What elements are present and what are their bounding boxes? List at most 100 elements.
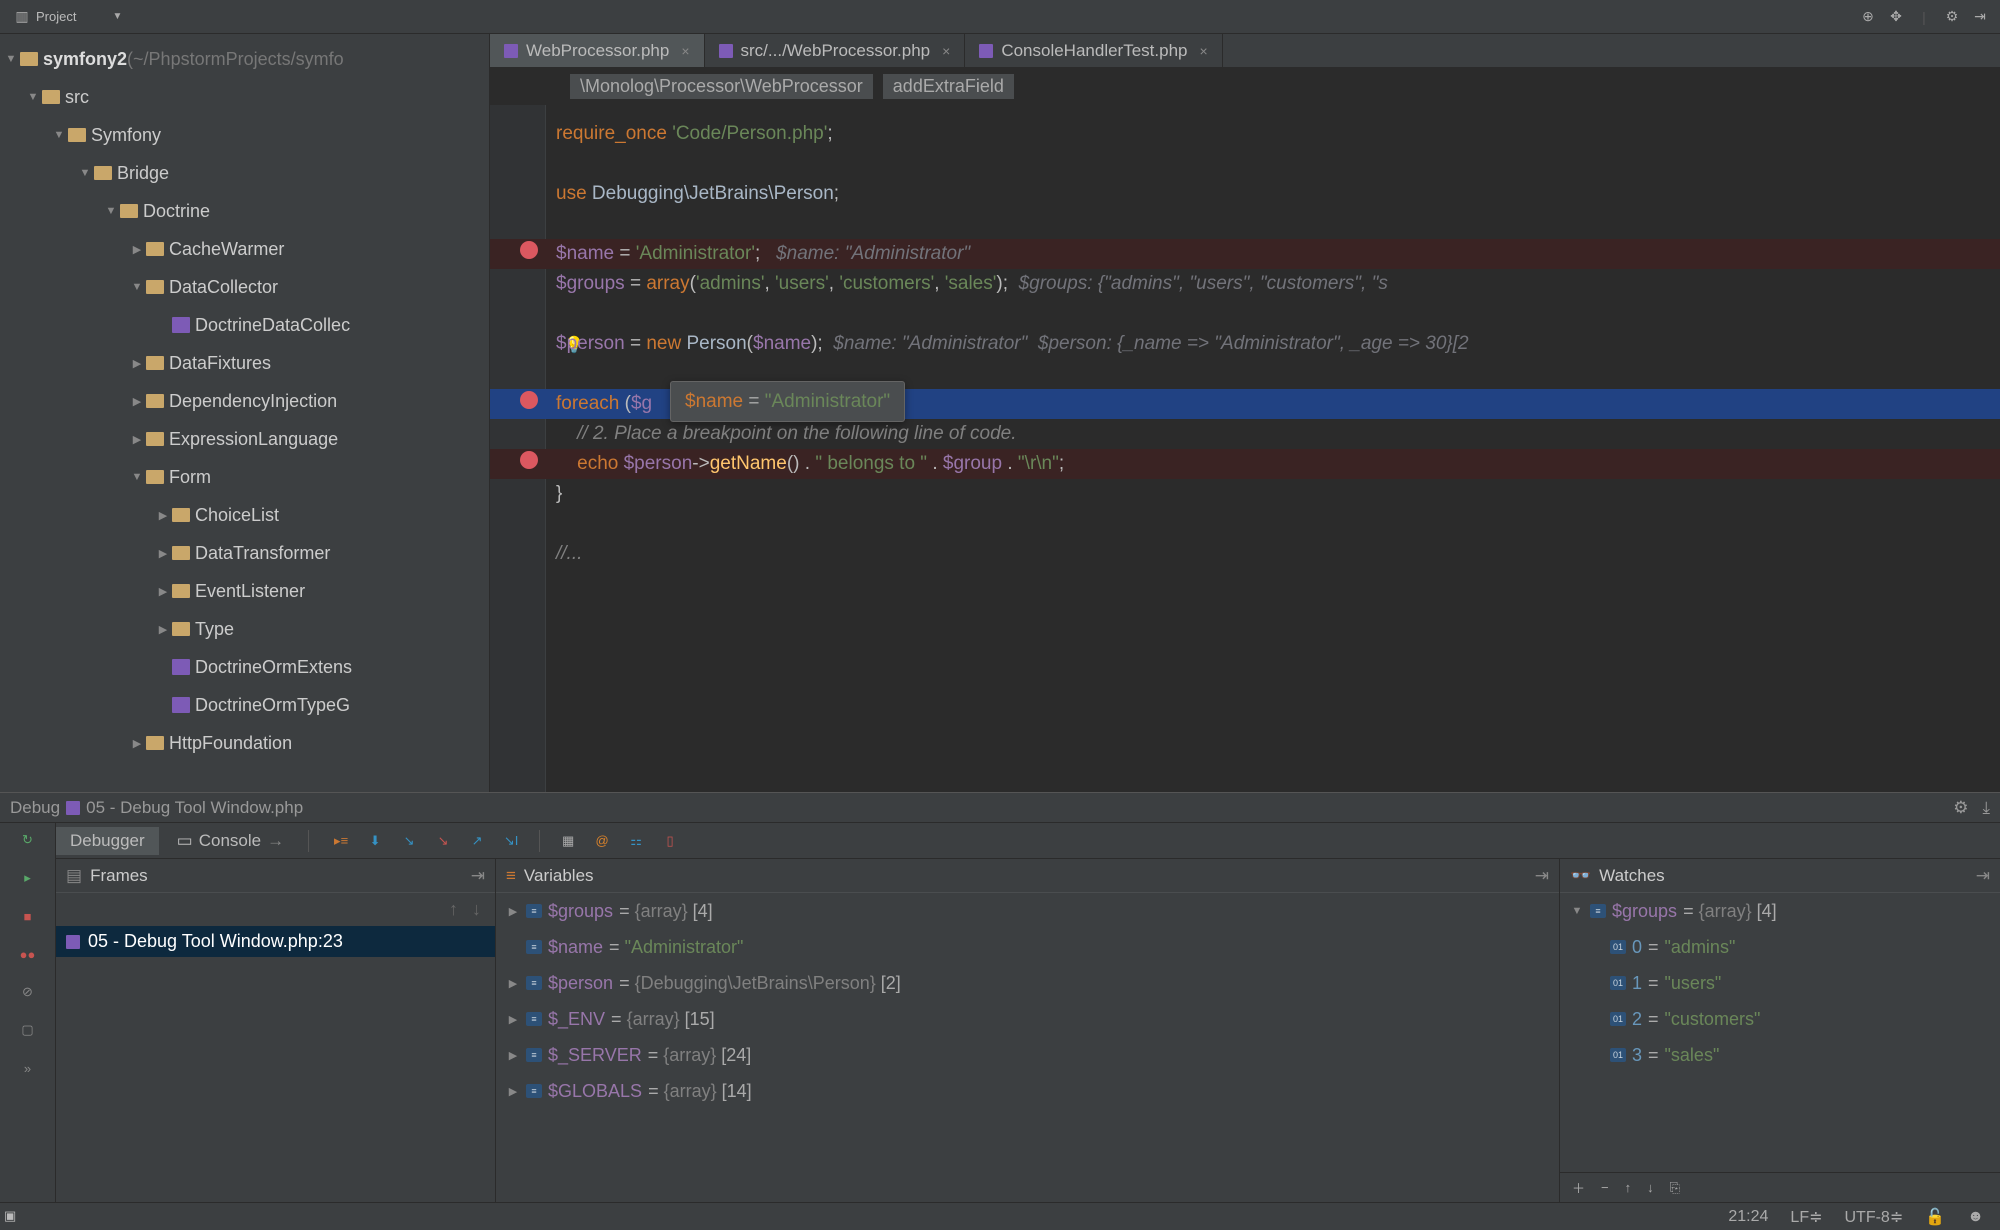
- hide-icon[interactable]: ⇥: [1976, 866, 1990, 886]
- line-ending[interactable]: LF≑: [1790, 1207, 1822, 1227]
- hide-icon[interactable]: ⇥: [471, 866, 485, 886]
- stop-icon[interactable]: ■: [17, 905, 39, 927]
- variable-row[interactable]: ▶≡ $groups = {array} [4]: [496, 893, 1559, 929]
- breakpoint-icon[interactable]: [520, 451, 538, 469]
- expand-icon[interactable]: [506, 941, 520, 953]
- rerun-icon[interactable]: ↻: [17, 829, 39, 851]
- watch-child[interactable]: 01 3 = "sales": [1560, 1037, 2000, 1073]
- breakpoints-icon[interactable]: ●●: [17, 943, 39, 965]
- tree-item[interactable]: ▶EventListener: [0, 572, 489, 610]
- down-icon[interactable]: ↓: [1647, 1180, 1654, 1195]
- tree-item[interactable]: ▶DependencyInjection: [0, 382, 489, 420]
- gear-icon[interactable]: ⚙: [1953, 798, 1968, 818]
- tree-item[interactable]: ▼DataCollector: [0, 268, 489, 306]
- arrow-icon: →: [267, 831, 284, 851]
- variable-row[interactable]: ≡ $name = "Administrator": [496, 929, 1559, 965]
- tree-item[interactable]: DoctrineOrmTypeG: [0, 686, 489, 724]
- folder-icon: [172, 622, 190, 636]
- layout-icon[interactable]: ▢: [17, 1019, 39, 1041]
- collapse-icon[interactable]: ⊕: [1860, 9, 1876, 25]
- target-icon[interactable]: ✥: [1888, 9, 1904, 25]
- tree-item[interactable]: ▶CacheWarmer: [0, 230, 489, 268]
- tree-item[interactable]: ▶Type: [0, 610, 489, 648]
- expand-icon[interactable]: ▼: [1570, 905, 1584, 917]
- editor-tab[interactable]: WebProcessor.php×: [490, 34, 705, 67]
- project-dropdown[interactable]: ▥ Project ▼: [0, 0, 136, 33]
- tree-item[interactable]: ▶ExpressionLanguage: [0, 420, 489, 458]
- settings-icon[interactable]: ⚏: [626, 831, 646, 851]
- tree-item[interactable]: ▼Symfony: [0, 116, 489, 154]
- gear-icon[interactable]: ⚙: [1944, 9, 1960, 25]
- stack-frame[interactable]: 05 - Debug Tool Window.php:23: [56, 926, 495, 957]
- crumb[interactable]: addExtraField: [883, 74, 1014, 99]
- watch-child[interactable]: 01 1 = "users": [1560, 965, 2000, 1001]
- close-icon[interactable]: ×: [942, 43, 950, 59]
- prev-frame-icon[interactable]: ↑: [449, 899, 458, 920]
- tab-debugger[interactable]: Debugger: [56, 827, 159, 855]
- resume-icon[interactable]: ▸: [17, 867, 39, 889]
- step-over-icon[interactable]: ⬇: [365, 831, 385, 851]
- hide-icon[interactable]: ⇥: [1972, 9, 1988, 25]
- tree-item[interactable]: DoctrineOrmExtens: [0, 648, 489, 686]
- tree-item[interactable]: ▼src: [0, 78, 489, 116]
- tree-item[interactable]: ▶DataTransformer: [0, 534, 489, 572]
- tree-label: DataTransformer: [195, 543, 330, 564]
- run-to-cursor-icon[interactable]: ↘I: [501, 831, 521, 851]
- tree-item[interactable]: ▼symfony2 (~/PhpstormProjects/symfo: [0, 40, 489, 78]
- step-out-icon[interactable]: ↗: [467, 831, 487, 851]
- tree-label: DoctrineOrmTypeG: [195, 695, 350, 716]
- tree-item[interactable]: ▼Doctrine: [0, 192, 489, 230]
- expand-icon[interactable]: ▶: [506, 1013, 520, 1026]
- more-icon[interactable]: »: [17, 1057, 39, 1079]
- caret-pos[interactable]: 21:24: [1728, 1208, 1768, 1226]
- expand-icon[interactable]: ▶: [506, 905, 520, 918]
- copy-icon[interactable]: ⎘: [1670, 1180, 1680, 1196]
- project-tree[interactable]: ▼symfony2 (~/PhpstormProjects/symfo▼src▼…: [0, 34, 490, 792]
- pin-icon[interactable]: ▯: [660, 831, 680, 851]
- close-icon[interactable]: ×: [1199, 43, 1207, 59]
- watch-row[interactable]: ▼≡ $groups = {array} [4]: [1560, 893, 2000, 929]
- php-icon: [979, 44, 993, 58]
- tree-item[interactable]: ▼Form: [0, 458, 489, 496]
- tab-console[interactable]: ▭ Console →: [163, 827, 298, 855]
- lock-icon[interactable]: 🔓: [1925, 1207, 1945, 1227]
- code-editor[interactable]: 💡 require_once 'Code/Person.php'; use De…: [490, 105, 2000, 792]
- variable-row[interactable]: ▶≡ $_SERVER = {array} [24]: [496, 1037, 1559, 1073]
- encoding[interactable]: UTF-8≑: [1845, 1207, 1904, 1227]
- variable-row[interactable]: ▶≡ $GLOBALS = {array} [14]: [496, 1073, 1559, 1109]
- next-frame-icon[interactable]: ↓: [472, 899, 481, 920]
- up-icon[interactable]: ↑: [1625, 1180, 1632, 1195]
- folder-icon: [146, 394, 164, 408]
- tree-item[interactable]: DoctrineDataCollec: [0, 306, 489, 344]
- close-icon[interactable]: ×: [681, 43, 689, 59]
- tool-window-icon[interactable]: ▣: [4, 1208, 16, 1224]
- tree-item[interactable]: ▶DataFixtures: [0, 344, 489, 382]
- step-into-icon[interactable]: ↘: [399, 831, 419, 851]
- breakpoint-icon[interactable]: [520, 391, 538, 409]
- hector-icon[interactable]: ☻: [1967, 1208, 1984, 1226]
- remove-watch-icon[interactable]: −: [1601, 1180, 1609, 1195]
- expand-icon[interactable]: ▶: [506, 1049, 520, 1062]
- force-step-into-icon[interactable]: ↘: [433, 831, 453, 851]
- tree-item[interactable]: ▶ChoiceList: [0, 496, 489, 534]
- watch-child[interactable]: 01 2 = "customers": [1560, 1001, 2000, 1037]
- evaluate-icon[interactable]: ▦: [558, 831, 578, 851]
- editor-tab[interactable]: src/.../WebProcessor.php×: [705, 34, 966, 67]
- editor-tab[interactable]: ConsoleHandlerTest.php×: [965, 34, 1222, 67]
- at-icon[interactable]: @: [592, 831, 612, 851]
- show-exec-icon[interactable]: ▸≡: [331, 831, 351, 851]
- download-icon[interactable]: ⤓: [1982, 798, 1990, 818]
- mute-icon[interactable]: ⊘: [17, 981, 39, 1003]
- expand-icon[interactable]: ▶: [506, 977, 520, 990]
- expand-icon[interactable]: ▶: [506, 1085, 520, 1098]
- tree-item[interactable]: ▶HttpFoundation: [0, 724, 489, 762]
- var-icon: ≡: [526, 1084, 542, 1098]
- watch-child[interactable]: 01 0 = "admins": [1560, 929, 2000, 965]
- crumb[interactable]: \Monolog\Processor\WebProcessor: [570, 74, 873, 99]
- tree-item[interactable]: ▼Bridge: [0, 154, 489, 192]
- variable-row[interactable]: ▶≡ $_ENV = {array} [15]: [496, 1001, 1559, 1037]
- breakpoint-icon[interactable]: [520, 241, 538, 259]
- hide-icon[interactable]: ⇥: [1535, 866, 1549, 886]
- variable-row[interactable]: ▶≡ $person = {Debugging\JetBrains\Person…: [496, 965, 1559, 1001]
- add-watch-icon[interactable]: ＋: [1572, 1178, 1585, 1197]
